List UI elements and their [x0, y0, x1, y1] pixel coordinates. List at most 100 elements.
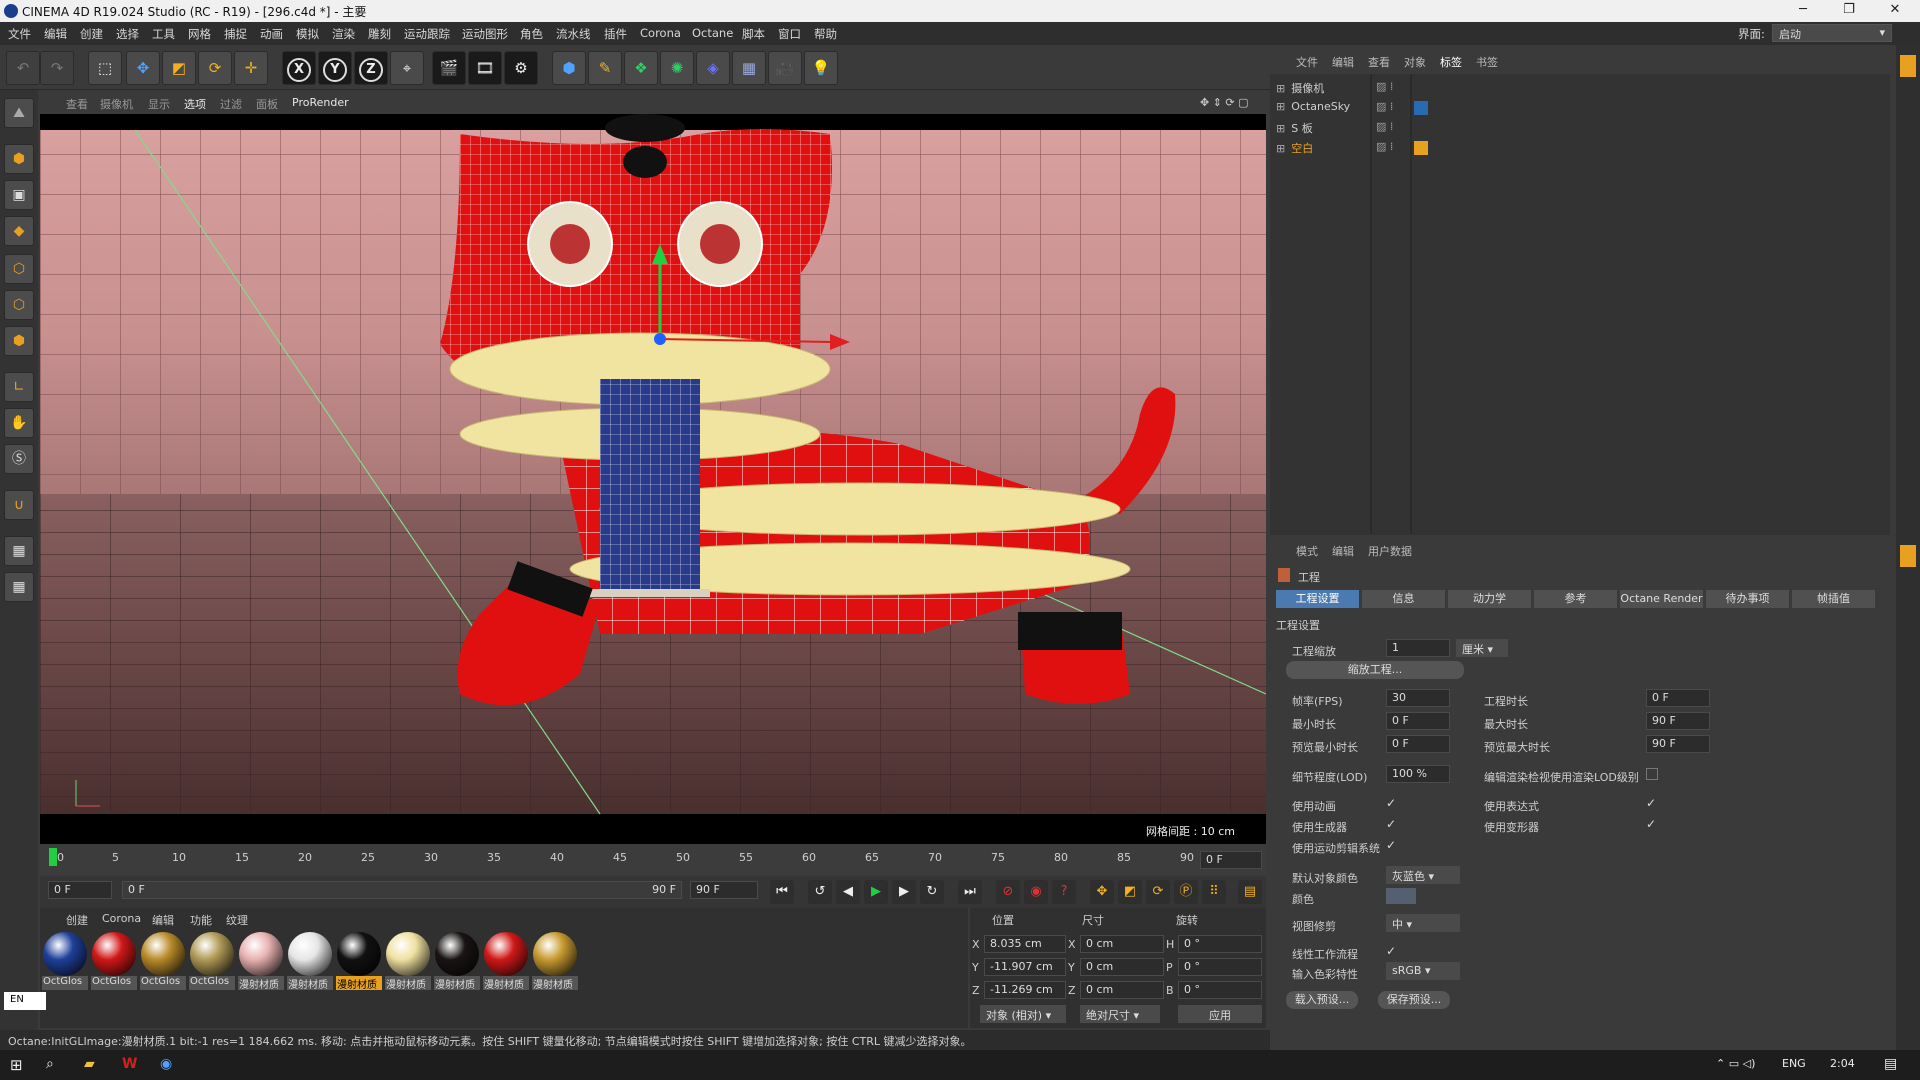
- scale-project-button[interactable]: 缩放工程...: [1286, 661, 1464, 679]
- notification-icon[interactable]: ▤: [1884, 1056, 1897, 1072]
- key-rotation-icon[interactable]: ⟳: [1146, 880, 1170, 904]
- previous-frame-icon[interactable]: ◀: [836, 880, 860, 904]
- attr-tab[interactable]: Octane Render: [1620, 590, 1704, 608]
- size-field[interactable]: 0 cm: [1080, 981, 1164, 999]
- rotation-field[interactable]: 0 °: [1178, 935, 1262, 953]
- search-icon[interactable]: ⌕: [46, 1056, 54, 1072]
- attr-tab[interactable]: 信息: [1362, 590, 1446, 608]
- menu-file[interactable]: 文件: [8, 26, 31, 42]
- snap-icon[interactable]: Ⓢ: [4, 444, 34, 474]
- points-mode-icon[interactable]: ⬡: [4, 254, 34, 284]
- menu-character[interactable]: 角色: [520, 26, 543, 42]
- menu-create[interactable]: 创建: [80, 26, 103, 42]
- light-icon[interactable]: 💡: [804, 51, 838, 85]
- attr-tab[interactable]: 待办事项: [1706, 590, 1790, 608]
- taskbar-lang[interactable]: ENG: [1782, 1057, 1806, 1070]
- menu-snap[interactable]: 捕捉: [224, 26, 247, 42]
- objects-tab-icon[interactable]: [1900, 55, 1916, 77]
- menu-help[interactable]: 帮助: [814, 26, 837, 42]
- material-swatch[interactable]: 漫射材质: [336, 932, 382, 994]
- cube-icon[interactable]: ⬢: [552, 51, 586, 85]
- material-swatch[interactable]: OctGlos: [140, 932, 186, 994]
- visibility-toggle-icon[interactable]: ▨ ⁞: [1376, 100, 1393, 113]
- scale-field[interactable]: 1: [1386, 639, 1450, 657]
- visibility-toggle-icon[interactable]: ▨ ⁞: [1376, 120, 1393, 133]
- timeline-window-icon[interactable]: ▤: [1238, 880, 1262, 904]
- material-swatch[interactable]: 漫射材质: [434, 932, 480, 994]
- key-pla-icon[interactable]: ⠿: [1202, 880, 1226, 904]
- obj-menu-edit[interactable]: 编辑: [1332, 54, 1354, 70]
- apply-button[interactable]: 应用: [1178, 1005, 1262, 1023]
- planar-workplane-icon[interactable]: ▦: [4, 572, 34, 602]
- render-view-icon[interactable]: 🎬: [432, 51, 466, 85]
- object-row[interactable]: ⊞ 空白 ▨ ⁞: [1276, 140, 1890, 159]
- menu-animate[interactable]: 动画: [260, 26, 283, 42]
- coordinate-system-icon[interactable]: ⌖: [390, 51, 424, 85]
- current-frame-field[interactable]: 0 F: [1200, 851, 1262, 869]
- start-frame-field[interactable]: 0 F: [48, 881, 112, 899]
- go-to-start-icon[interactable]: ⏮: [770, 880, 794, 904]
- use-generators-checkbox[interactable]: ✓: [1386, 818, 1398, 830]
- attr-tab[interactable]: 工程设置: [1276, 590, 1360, 608]
- minimize-button[interactable]: ─: [1780, 0, 1826, 22]
- pen-icon[interactable]: ✎: [588, 51, 622, 85]
- default-color-select[interactable]: 灰蓝色 ▾: [1386, 866, 1460, 884]
- preview-max-field[interactable]: 90 F: [1646, 735, 1710, 753]
- min-time-field[interactable]: 0 F: [1386, 712, 1450, 730]
- x-axis-lock-icon[interactable]: X: [282, 51, 316, 85]
- visibility-toggle-icon[interactable]: ▨ ⁞: [1376, 140, 1393, 153]
- menu-corona[interactable]: Corona: [640, 26, 681, 40]
- menu-tools[interactable]: 工具: [152, 26, 175, 42]
- obj-menu-tags[interactable]: 标签: [1440, 54, 1462, 70]
- rotation-field[interactable]: 0 °: [1178, 981, 1262, 999]
- scale-icon[interactable]: ◩: [162, 51, 196, 85]
- folder-icon[interactable]: ▰: [84, 1056, 95, 1072]
- use-expressions-checkbox[interactable]: ✓: [1646, 797, 1658, 809]
- go-to-end-icon[interactable]: ⏭: [958, 880, 982, 904]
- key-position-icon[interactable]: ✥: [1090, 880, 1114, 904]
- subdivision-icon[interactable]: ❖: [624, 51, 658, 85]
- object-tag-icon[interactable]: [1414, 101, 1428, 115]
- viewport-menu-camera[interactable]: 摄像机: [100, 96, 133, 112]
- interface-select[interactable]: 启动 ▾: [1772, 24, 1892, 42]
- obj-menu-view[interactable]: 查看: [1368, 54, 1390, 70]
- coords-mode-select[interactable]: 对象 (相对) ▾: [980, 1005, 1066, 1023]
- redo-icon[interactable]: ↷: [40, 51, 74, 85]
- menu-plugins[interactable]: 插件: [604, 26, 627, 42]
- use-deformers-checkbox[interactable]: ✓: [1646, 818, 1658, 830]
- previous-key-icon[interactable]: ↺: [808, 880, 832, 904]
- use-animation-checkbox[interactable]: ✓: [1386, 797, 1398, 809]
- duration-field[interactable]: 0 F: [1646, 689, 1710, 707]
- viewport-menu-options[interactable]: 选项: [184, 96, 206, 112]
- mat-menu-function[interactable]: 功能: [190, 912, 212, 928]
- move-icon[interactable]: ✥: [126, 51, 160, 85]
- 3d-viewport[interactable]: 网格间距 : 10 cm: [40, 114, 1266, 844]
- z-axis-lock-icon[interactable]: Z: [354, 51, 388, 85]
- floor-icon[interactable]: ▦: [732, 51, 766, 85]
- attributes-tab-icon[interactable]: [1900, 545, 1916, 567]
- timeline-ruler[interactable]: 0 5 10 15 20 25 30 35 40 45 50 55 60 65 …: [40, 845, 1266, 875]
- key-scale-icon[interactable]: ◩: [1118, 880, 1142, 904]
- menu-mesh[interactable]: 网格: [188, 26, 211, 42]
- object-row[interactable]: ⊞ S 板 ▨ ⁞: [1276, 120, 1890, 139]
- maximize-button[interactable]: ❐: [1826, 0, 1872, 22]
- attr-menu-edit[interactable]: 编辑: [1332, 543, 1354, 559]
- play-icon[interactable]: ▶: [864, 880, 888, 904]
- texture-mode-icon[interactable]: ▣: [4, 180, 34, 210]
- material-swatch[interactable]: OctGlos: [189, 932, 235, 994]
- next-frame-icon[interactable]: ▶: [892, 880, 916, 904]
- menu-select[interactable]: 选择: [116, 26, 139, 42]
- polygons-mode-icon[interactable]: ⬢: [4, 326, 34, 356]
- menu-simulate[interactable]: 模拟: [296, 26, 319, 42]
- attr-tab[interactable]: 帧插值: [1792, 590, 1876, 608]
- rotation-field[interactable]: 0 °: [1178, 958, 1262, 976]
- position-field[interactable]: 8.035 cm: [984, 935, 1066, 953]
- lod-field[interactable]: 100 %: [1386, 765, 1450, 783]
- deformer-icon[interactable]: ◈: [696, 51, 730, 85]
- object-row[interactable]: ⊞ OctaneSky ▨ ⁞: [1276, 100, 1890, 119]
- obj-menu-file[interactable]: 文件: [1296, 54, 1318, 70]
- menu-sculpt[interactable]: 雕刻: [368, 26, 391, 42]
- position-field[interactable]: -11.907 cm: [984, 958, 1066, 976]
- menu-motion-tracking[interactable]: 运动跟踪: [404, 26, 450, 42]
- use-mograph-checkbox[interactable]: ✓: [1386, 839, 1398, 851]
